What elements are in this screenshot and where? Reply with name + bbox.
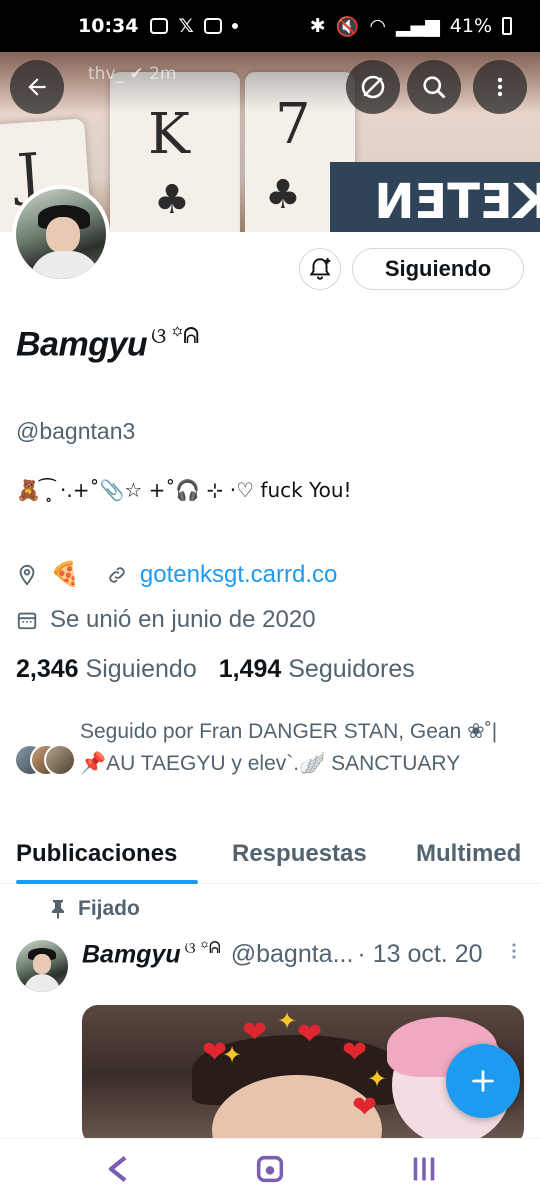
battery-percent: 41% xyxy=(449,15,492,37)
webtoon-icon xyxy=(203,18,222,34)
nav-back[interactable] xyxy=(98,1149,138,1189)
star-sticker-icon: ✦ xyxy=(367,1065,388,1093)
more-options-button[interactable] xyxy=(473,60,527,114)
active-tab-indicator xyxy=(16,880,198,884)
followed-by[interactable]: Seguido por Fran DANGER STAN, Gean ❀˚| 📌… xyxy=(14,716,524,812)
heart-sticker-icon: ❤ xyxy=(352,1090,378,1125)
search-button[interactable] xyxy=(407,60,461,114)
instagram-icon xyxy=(150,18,169,34)
search-icon xyxy=(423,76,446,99)
more-vertical-icon xyxy=(512,943,516,959)
back-arrow-icon xyxy=(28,78,46,96)
calendar-icon xyxy=(17,612,37,630)
tab-multimedia[interactable]: Multimed xyxy=(416,840,521,868)
hide-button[interactable] xyxy=(346,60,400,114)
nav-recents-icon xyxy=(413,1157,435,1181)
profile-tabs: Publicaciones Respuestas Multimed xyxy=(0,830,540,884)
back-button[interactable] xyxy=(10,60,64,114)
mute-icon: 🔇 xyxy=(335,15,360,38)
bottom-navigation xyxy=(0,1138,540,1200)
heart-sticker-icon: ❤ xyxy=(342,1035,368,1070)
location-text: 🍕 xyxy=(50,561,80,588)
heart-sticker-icon: ❤ xyxy=(242,1015,268,1050)
profile-bio: 🧸 ͡ ̥ ·.+˚📎☆ +˚🎧 ⊹ ·♡ fuck You! xyxy=(16,478,352,502)
bluetooth-icon: ✱ xyxy=(309,15,326,37)
following-button[interactable]: Siguiendo xyxy=(352,248,524,290)
compose-plus-icon xyxy=(472,1070,494,1092)
location-icon xyxy=(19,564,35,586)
nav-recents[interactable] xyxy=(404,1149,444,1189)
follower-avatar xyxy=(44,744,76,776)
tab-publicaciones[interactable]: Publicaciones xyxy=(16,840,177,868)
pin-icon xyxy=(52,900,64,919)
display-name: Bamgyu ଓ ꙳ᕱ xyxy=(16,323,199,364)
joined-date: Se unió en junio de 2020 xyxy=(50,606,316,633)
heart-sticker-icon: ❤ xyxy=(297,1017,323,1052)
x-icon: 𝕏 xyxy=(178,15,194,37)
followed-by-text: Seguido por Fran DANGER STAN, Gean ❀˚| 📌… xyxy=(80,720,498,775)
nav-home-icon xyxy=(256,1155,284,1183)
profile-avatar[interactable] xyxy=(12,185,110,283)
status-bar: 10:34 𝕏 ✱ 🔇 ◠ ▂▄▆ 41% xyxy=(0,0,540,52)
profile-meta-location-link: 🍕 gotenksgt.carrd.co xyxy=(16,560,337,589)
follow-stats: 2,346 Siguiendo 1,494 Seguidores xyxy=(16,655,415,684)
post-date: · 13 oct. 20 xyxy=(357,940,483,969)
club-suit-icon: ♣ xyxy=(154,177,190,223)
post-author-handle: @bagnta... xyxy=(230,940,354,969)
post-header: Bamgyu ଓ ꙳ᕱ @bagnta... · 13 oct. 20 xyxy=(82,936,522,969)
compose-button[interactable] xyxy=(446,1044,520,1118)
profile-handle: @bagntan3 xyxy=(16,418,136,444)
hide-icon xyxy=(361,75,385,99)
post-more-button[interactable] xyxy=(508,940,520,964)
star-sticker-icon: ✦ xyxy=(277,1007,298,1035)
profile-meta-joined: Se unió en junio de 2020 xyxy=(16,606,316,634)
followers-stat[interactable]: 1,494 Seguidores xyxy=(219,655,415,684)
battery-icon xyxy=(502,17,512,35)
banner-faded-text: thv_ ✔ 2m xyxy=(88,64,177,84)
star-sticker-icon: ✦ xyxy=(222,1041,243,1069)
post-author-avatar[interactable] xyxy=(16,940,68,992)
tab-respuestas[interactable]: Respuestas xyxy=(232,840,367,868)
more-vertical-icon xyxy=(497,77,503,97)
nav-home[interactable] xyxy=(250,1149,290,1189)
website-link[interactable]: gotenksgt.carrd.co xyxy=(140,561,337,589)
wifi-icon: ◠ xyxy=(369,15,386,37)
notifications-button[interactable] xyxy=(299,248,341,290)
link-icon xyxy=(109,566,125,583)
nav-back-icon xyxy=(108,1156,127,1182)
bell-plus-icon xyxy=(309,258,331,280)
notification-dot-icon xyxy=(231,23,238,29)
post-author-name[interactable]: Bamgyu ଓ ꙳ᕱ xyxy=(82,936,221,969)
club-suit-icon: ♣ xyxy=(265,172,301,218)
banner-sign: KETEN xyxy=(330,162,540,232)
status-time: 10:34 xyxy=(78,15,139,37)
pinned-label: Fijado xyxy=(50,897,140,921)
following-stat[interactable]: 2,346 Siguiendo xyxy=(16,655,197,684)
signal-icon: ▂▄▆ xyxy=(395,15,440,37)
